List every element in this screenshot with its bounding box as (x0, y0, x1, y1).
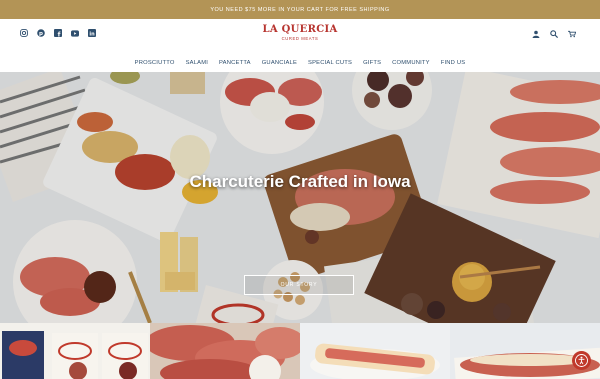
nav-item-salami[interactable]: SALAMI (186, 60, 208, 66)
collection-tile-image (150, 323, 300, 379)
collection-tile[interactable] (150, 323, 300, 379)
hero-banner: Charcuterie Crafted in Iowa OUR STORY (0, 72, 600, 323)
collection-tile-image (0, 323, 150, 379)
facebook-icon[interactable]: f (54, 29, 62, 37)
hero-title: Charcuterie Crafted in Iowa (189, 172, 411, 191)
collection-tiles (0, 323, 600, 379)
search-icon[interactable] (550, 30, 558, 38)
collection-tile[interactable] (300, 323, 450, 379)
instagram-icon[interactable] (20, 29, 28, 37)
our-story-button[interactable]: OUR STORY (244, 275, 354, 295)
linkedin-icon[interactable]: in (88, 29, 96, 37)
nav-item-pancetta[interactable]: PANCETTA (219, 60, 251, 66)
nav-item-guanciale[interactable]: GUANCIALE (262, 60, 297, 66)
header-tools (532, 30, 576, 38)
announcement-bar: YOU NEED $75 MORE IN YOUR CART FOR FREE … (0, 0, 600, 19)
pinterest-icon[interactable]: p (37, 29, 45, 37)
main-nav: PROSCIUTTO SALAMI PANCETTA GUANCIALE SPE… (0, 53, 600, 72)
svg-text:p: p (39, 31, 43, 37)
cart-icon[interactable] (568, 30, 576, 38)
account-icon[interactable] (532, 30, 540, 38)
social-links: p f in (20, 29, 96, 37)
collection-tile-image (300, 323, 450, 379)
nav-item-community[interactable]: COMMUNITY (392, 60, 430, 66)
nav-item-special-cuts[interactable]: SPECIAL CUTS (308, 60, 352, 66)
svg-text:f: f (58, 31, 61, 38)
nav-item-prosciutto[interactable]: PROSCIUTTO (135, 60, 175, 66)
collection-tile[interactable] (0, 323, 150, 379)
accessibility-button[interactable] (572, 351, 591, 370)
logo-name: LA QUERCIA (262, 24, 338, 35)
svg-text:in: in (89, 31, 95, 37)
announcement-text: YOU NEED $75 MORE IN YOUR CART FOR FREE … (210, 6, 390, 13)
site-header: p f in LA QUERCIA CURED MEATS (0, 19, 600, 53)
logo-subtitle: CURED MEATS (281, 36, 319, 41)
nav-item-gifts[interactable]: GIFTS (363, 60, 381, 66)
accessibility-icon (575, 354, 588, 367)
site-logo[interactable]: LA QUERCIA CURED MEATS (262, 24, 337, 41)
youtube-icon[interactable] (71, 29, 79, 37)
nav-item-find-us[interactable]: FIND US (441, 60, 466, 66)
